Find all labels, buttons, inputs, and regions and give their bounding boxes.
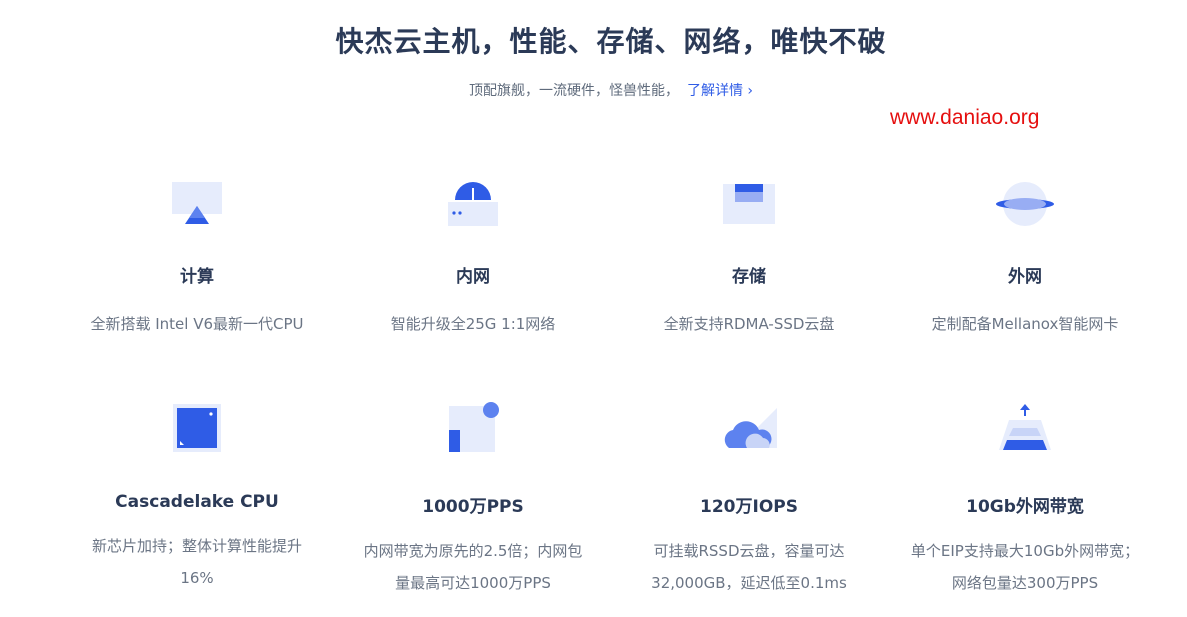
feature-card-extranet: 外网 定制配备Mellanox智能网卡 xyxy=(887,176,1163,340)
feature-desc: 单个EIP支持最大10Gb外网带宽；网络包量达300万PPS xyxy=(910,542,1140,592)
feature-card-pps: 1000万PPS 内网带宽为原先的2.5倍；内网包量最高可达1000万PPS xyxy=(335,400,611,599)
watermark-text: www.daniao.org xyxy=(890,106,1040,129)
feature-desc: 全新支持RDMA-SSD云盘 xyxy=(663,315,835,333)
feature-card-iops: 120万IOPS 可挂载RSSD云盘，容量可达32,000GB，延迟低至0.1m… xyxy=(611,400,887,599)
cloud-disk-icon xyxy=(724,408,777,448)
section-title: 快杰云主机，性能、存储、网络，唯快不破 xyxy=(335,25,887,58)
bandwidth-icon xyxy=(999,404,1051,450)
feature-card-bandwidth: 10Gb外网带宽 单个EIP支持最大10Gb外网带宽；网络包量达300万PPS xyxy=(887,400,1163,599)
feature-title: 内网 xyxy=(456,267,490,287)
compute-icon xyxy=(172,182,222,224)
feature-row-2: Cascadelake CPU 新芯片加持；整体计算性能提升16% 1000万P… xyxy=(59,400,1163,599)
subtitle-text: 顶配旗舰，一流硬件，怪兽性能， xyxy=(468,83,679,99)
feature-title: 存储 xyxy=(732,267,766,287)
feature-card-storage: 存储 全新支持RDMA-SSD云盘 xyxy=(611,176,887,340)
pps-icon xyxy=(449,402,499,452)
feature-grid: 计算 全新搭载 Intel V6最新一代CPU 内网 智能升级全25G 1:1网… xyxy=(59,176,1163,592)
feature-title: 1000万PPS xyxy=(422,497,524,517)
feature-title: 计算 xyxy=(180,267,214,287)
chevron-right-icon: › xyxy=(747,83,754,99)
feature-desc: 新芯片加持；整体计算性能提升16% xyxy=(91,537,302,587)
feature-row-1: 计算 全新搭载 Intel V6最新一代CPU 内网 智能升级全25G 1:1网… xyxy=(59,176,1163,340)
feature-title: Cascadelake CPU xyxy=(115,492,279,512)
learn-more-label: 了解详情 xyxy=(686,83,743,99)
feature-title: 外网 xyxy=(1008,267,1042,287)
intranet-icon xyxy=(448,182,498,226)
feature-desc: 定制配备Mellanox智能网卡 xyxy=(931,315,1119,333)
feature-desc: 内网带宽为原先的2.5倍；内网包量最高可达1000万PPS xyxy=(363,542,583,592)
feature-card-cpu: Cascadelake CPU 新芯片加持；整体计算性能提升16% xyxy=(59,400,335,599)
feature-desc: 全新搭载 Intel V6最新一代CPU xyxy=(90,315,304,333)
learn-more-link[interactable]: 了解详情 › xyxy=(687,83,753,99)
feature-card-intranet: 内网 智能升级全25G 1:1网络 xyxy=(335,176,611,340)
feature-section: 快杰云主机，性能、存储、网络，唯快不破 顶配旗舰，一流硬件，怪兽性能， 了解详情 … xyxy=(0,0,1187,617)
section-subtitle: 顶配旗舰，一流硬件，怪兽性能， 了解详情 › xyxy=(0,80,1187,100)
chip-icon xyxy=(173,404,221,452)
feature-title: 10Gb外网带宽 xyxy=(966,497,1084,517)
feature-card-compute: 计算 全新搭载 Intel V6最新一代CPU xyxy=(59,176,335,340)
feature-desc: 可挂载RSSD云盘，容量可达32,000GB，延迟低至0.1ms xyxy=(651,542,847,592)
extranet-icon xyxy=(996,182,1054,226)
feature-title: 120万IOPS xyxy=(700,497,798,517)
storage-icon xyxy=(723,184,775,224)
feature-desc: 智能升级全25G 1:1网络 xyxy=(390,315,556,333)
